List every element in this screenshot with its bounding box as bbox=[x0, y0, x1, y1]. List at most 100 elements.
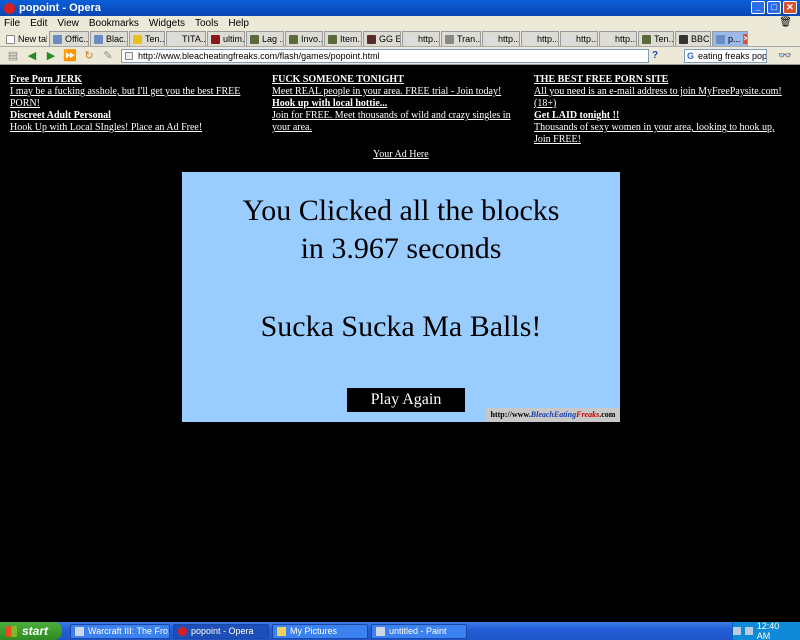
tab[interactable]: http... bbox=[482, 31, 520, 46]
your-ad-link[interactable]: Your Ad Here bbox=[373, 149, 429, 160]
app-icon bbox=[75, 626, 84, 636]
tab[interactable]: Ten... bbox=[129, 31, 165, 46]
favicon-icon bbox=[525, 34, 534, 44]
address-toolbar: ▤ ◀ ▶ ⏩ ↻ ✎ http://www.bleacheatingfreak… bbox=[0, 47, 800, 65]
ad-text[interactable]: Meet REAL people in your area. FREE tria… bbox=[272, 86, 522, 98]
tab[interactable]: http... bbox=[560, 31, 598, 46]
tab[interactable]: Blac... bbox=[90, 31, 128, 46]
panel-toggle-icon[interactable]: ▤ bbox=[4, 49, 22, 63]
paint-icon bbox=[376, 626, 385, 636]
title-bar: popoint - Opera _ □ ✕ bbox=[0, 0, 800, 16]
site-watermark[interactable]: http://www.BleachEatingFreaks.com bbox=[486, 408, 620, 422]
folder-icon bbox=[277, 626, 286, 636]
glasses-icon[interactable]: 👓 bbox=[778, 49, 792, 62]
tab[interactable]: http... bbox=[521, 31, 559, 46]
tray-icon[interactable] bbox=[744, 627, 753, 635]
tab-label: Blac... bbox=[106, 34, 127, 44]
taskbar-item[interactable]: My Pictures bbox=[272, 623, 368, 639]
favicon-icon bbox=[716, 34, 725, 44]
menu-edit[interactable]: Edit bbox=[30, 18, 47, 29]
tab-label: Item... bbox=[340, 34, 361, 44]
ad-link[interactable]: Get LAID tonight !! bbox=[534, 110, 784, 122]
close-button[interactable]: ✕ bbox=[783, 1, 797, 14]
ad-text[interactable]: Hook Up with Local SIngles! Place an Ad … bbox=[10, 122, 260, 134]
reload-icon[interactable]: ↻ bbox=[80, 49, 98, 63]
tab[interactable]: BBC ... bbox=[675, 31, 711, 46]
taskbar-item-label: popoint - Opera bbox=[191, 626, 254, 636]
close-tab-icon[interactable]: ✕ bbox=[742, 34, 747, 44]
tab-active[interactable]: p...✕ bbox=[712, 31, 748, 46]
trash-icon[interactable]: 🗑 bbox=[779, 17, 792, 28]
result-time: in 3.967 seconds bbox=[300, 232, 502, 265]
tab[interactable]: Ten... bbox=[638, 31, 674, 46]
tab[interactable]: Item... bbox=[324, 31, 362, 46]
menu-help[interactable]: Help bbox=[228, 18, 249, 29]
back-icon[interactable]: ◀ bbox=[23, 49, 41, 63]
watermark-freaks: Freaks bbox=[576, 410, 600, 419]
menu-widgets[interactable]: Widgets bbox=[149, 18, 185, 29]
search-field[interactable]: G eating freaks popoint bbox=[684, 49, 767, 63]
watermark-suffix: .com bbox=[599, 410, 616, 419]
forward-icon[interactable]: ▶ bbox=[42, 49, 60, 63]
favicon-icon bbox=[170, 34, 179, 44]
tab[interactable]: Invo... bbox=[285, 31, 323, 46]
maximize-button[interactable]: □ bbox=[767, 1, 781, 14]
ad-link[interactable]: THE BEST FREE PORN SITE bbox=[534, 74, 784, 86]
watermark-prefix: http://www. bbox=[490, 410, 531, 419]
help-button[interactable]: ? bbox=[652, 50, 658, 61]
tab[interactable]: http... bbox=[402, 31, 440, 46]
new-tab-button[interactable]: New tab bbox=[2, 31, 48, 46]
tab-label: Lag ... bbox=[262, 34, 283, 44]
tab-label: Invo... bbox=[301, 34, 323, 44]
tab-label: GG E... bbox=[379, 34, 401, 44]
tab-label: Offic... bbox=[65, 34, 89, 44]
tab[interactable]: GG E... bbox=[363, 31, 401, 46]
menu-bookmarks[interactable]: Bookmarks bbox=[89, 18, 139, 29]
favicon-icon bbox=[289, 34, 298, 44]
favicon-icon bbox=[211, 34, 220, 44]
clock[interactable]: 12:40 AM bbox=[757, 621, 794, 640]
tab[interactable]: Tran... bbox=[441, 31, 481, 46]
ad-link[interactable]: Free Porn JERK bbox=[10, 74, 260, 86]
page-icon bbox=[125, 52, 133, 60]
tab[interactable]: TITA... bbox=[166, 31, 206, 46]
windows-logo-icon bbox=[6, 625, 17, 637]
opera-icon bbox=[178, 626, 187, 636]
menu-file[interactable]: File bbox=[4, 18, 20, 29]
tab[interactable]: Lag ... bbox=[246, 31, 284, 46]
tab[interactable]: Offic... bbox=[49, 31, 89, 46]
taskbar-item[interactable]: untitled - Paint bbox=[371, 623, 467, 639]
google-icon: G bbox=[687, 51, 695, 61]
menu-tools[interactable]: Tools bbox=[195, 18, 218, 29]
ad-link[interactable]: Hook up with local hottie... bbox=[272, 98, 522, 110]
taskbar-item-label: My Pictures bbox=[290, 626, 338, 636]
tab-label: New tab bbox=[18, 34, 48, 44]
tab-label: Ten... bbox=[654, 34, 674, 44]
favicon-icon bbox=[328, 34, 337, 44]
tab[interactable]: ultim... bbox=[207, 31, 245, 46]
address-field[interactable]: http://www.bleacheatingfreaks.com/flash/… bbox=[121, 49, 649, 63]
taskbar-item-active[interactable]: popoint - Opera bbox=[173, 623, 269, 639]
result-line-1: You Clicked all the blocks bbox=[242, 194, 560, 227]
ad-link[interactable]: FUCK SOMEONE TONIGHT bbox=[272, 74, 522, 86]
ad-column-2: FUCK SOMEONE TONIGHT Meet REAL people in… bbox=[272, 74, 522, 134]
menu-view[interactable]: View bbox=[57, 18, 79, 29]
start-button[interactable]: start bbox=[0, 622, 62, 640]
fast-forward-icon[interactable]: ⏩ bbox=[61, 49, 79, 63]
ad-text[interactable]: I may be a fucking asshole, but I'll get… bbox=[10, 86, 260, 110]
ad-text[interactable]: Thousands of sexy women in your area, lo… bbox=[534, 122, 784, 146]
ad-text[interactable]: All you need is an e-mail address to joi… bbox=[534, 86, 784, 110]
tray-icon[interactable] bbox=[733, 627, 741, 635]
ad-link[interactable]: Discreet Adult Personal bbox=[10, 110, 260, 122]
taskbar-item-label: untitled - Paint bbox=[389, 626, 447, 636]
window-title: popoint - Opera bbox=[19, 2, 101, 14]
tab[interactable]: http... bbox=[599, 31, 637, 46]
taskbar-item[interactable]: Warcraft III: The Fro... bbox=[70, 623, 170, 639]
new-tab-icon bbox=[6, 34, 15, 44]
minimize-button[interactable]: _ bbox=[751, 1, 765, 14]
tab-label: http... bbox=[498, 34, 520, 44]
edit-icon[interactable]: ✎ bbox=[99, 49, 117, 63]
favicon-icon bbox=[53, 34, 62, 44]
play-again-button[interactable]: Play Again bbox=[347, 388, 465, 412]
ad-text[interactable]: Join for FREE. Meet thousands of wild an… bbox=[272, 110, 522, 134]
